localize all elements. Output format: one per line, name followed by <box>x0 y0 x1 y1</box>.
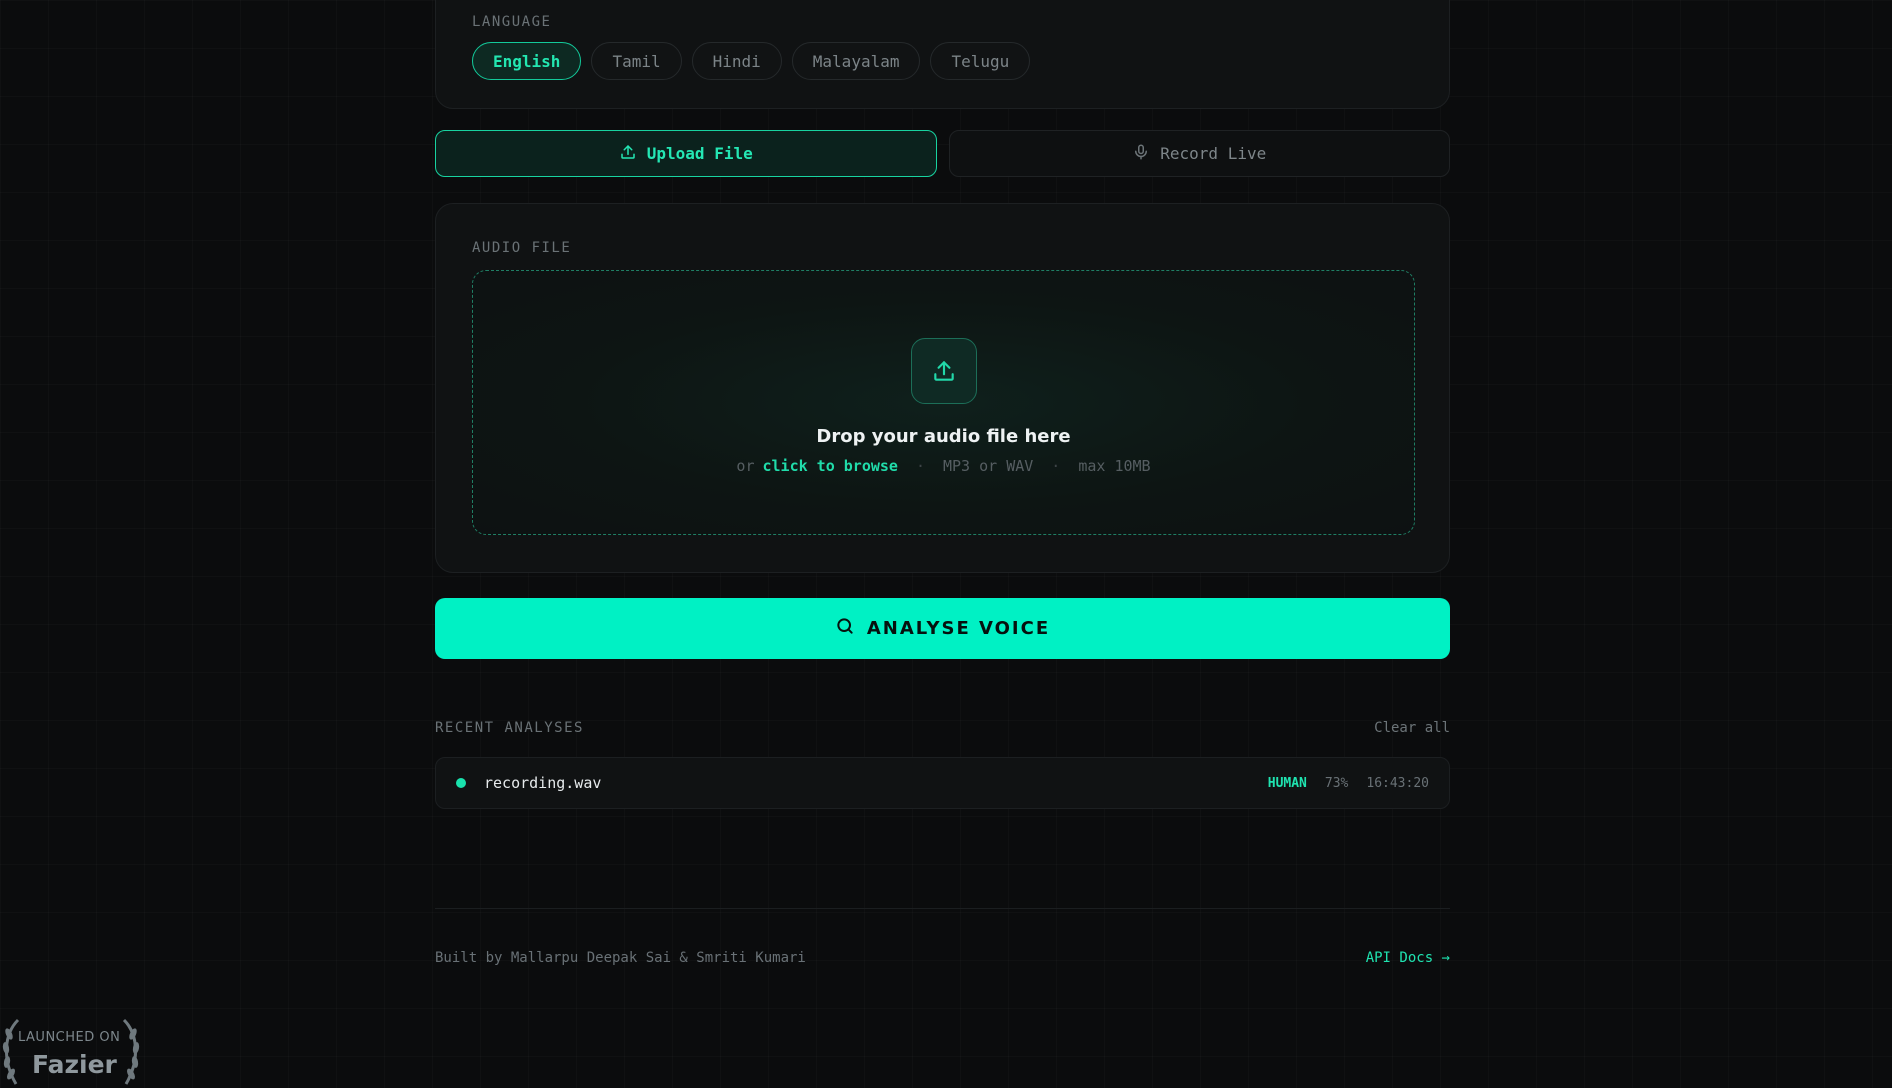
api-docs-link[interactable]: API Docs → <box>1366 950 1450 966</box>
language-option-telugu[interactable]: Telugu <box>930 42 1031 80</box>
dropzone-title: Drop your audio file here <box>816 426 1071 447</box>
verdict-badge: HUMAN <box>1267 775 1307 791</box>
footer-credits: Built by Mallarpu Deepak Sai & Smriti Ku… <box>435 950 806 966</box>
input-mode-tabs: Upload File Record Live <box>435 130 1450 177</box>
format-hint: MP3 or WAV <box>942 457 1034 475</box>
language-label: LANGUAGE <box>472 14 552 30</box>
language-option-tamil[interactable]: Tamil <box>591 42 682 80</box>
record-live-label: Record Live <box>1160 144 1267 163</box>
size-hint: max 10MB <box>1078 457 1151 475</box>
footer: Built by Mallarpu Deepak Sai & Smriti Ku… <box>435 950 1450 966</box>
language-option-malayalam[interactable]: Malayalam <box>791 42 921 80</box>
language-option-english[interactable]: English <box>472 42 582 80</box>
browse-link[interactable]: click to browse <box>762 457 897 475</box>
badge-launched-on: LAUNCHED ON <box>18 1030 121 1045</box>
recent-analyses-header: RECENT ANALYSES Clear all <box>435 720 1450 736</box>
audio-dropzone[interactable]: Drop your audio file here or click to br… <box>472 270 1415 535</box>
laurel-left-icon <box>2 1018 20 1085</box>
badge-fazier: Fazier <box>32 1050 117 1079</box>
upload-icon <box>910 338 977 404</box>
clear-all-button[interactable]: Clear all <box>1374 720 1450 736</box>
status-dot <box>456 778 466 788</box>
audio-file-label: AUDIO FILE <box>472 240 572 256</box>
upload-icon <box>619 143 637 165</box>
laurel-right-icon <box>122 1018 140 1085</box>
language-panel: LANGUAGE English Tamil Hindi Malayalam T… <box>435 0 1450 109</box>
dropzone-or: or <box>736 457 755 475</box>
upload-file-tab[interactable]: Upload File <box>435 130 937 177</box>
audio-file-panel: AUDIO FILE Drop your audio file here or … <box>435 203 1450 573</box>
analyse-voice-button[interactable]: ANALYSE VOICE <box>435 598 1450 659</box>
dropzone-hint: or click to browse · MP3 or WAV · max 10… <box>736 457 1150 475</box>
analyse-voice-label: ANALYSE VOICE <box>866 618 1051 639</box>
list-item[interactable]: recording.wav HUMAN 73% 16:43:20 <box>435 757 1450 809</box>
confidence-score: 73% <box>1324 775 1349 791</box>
microphone-icon <box>1132 143 1150 165</box>
language-option-hindi[interactable]: Hindi <box>691 42 782 80</box>
footer-divider <box>435 908 1450 909</box>
record-live-tab[interactable]: Record Live <box>948 130 1450 177</box>
launched-on-fazier-badge[interactable]: LAUNCHED ON Fazier <box>0 1012 150 1088</box>
recent-analyses-label: RECENT ANALYSES <box>435 720 584 736</box>
language-options: English Tamil Hindi Malayalam Telugu <box>472 42 1413 80</box>
search-icon <box>835 616 855 641</box>
file-name: recording.wav <box>484 774 602 792</box>
separator: · <box>1051 457 1061 475</box>
timestamp: 16:43:20 <box>1366 775 1429 791</box>
separator: · <box>915 457 925 475</box>
upload-file-label: Upload File <box>646 144 753 163</box>
